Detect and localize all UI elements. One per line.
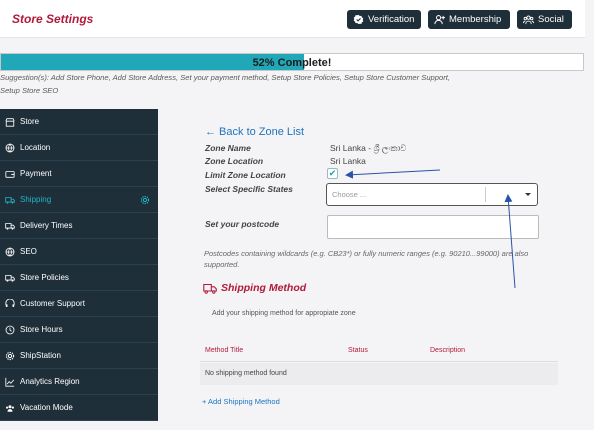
sidebar-item-label: Customer Support xyxy=(20,299,85,308)
store-icon xyxy=(5,117,15,127)
badge-icon xyxy=(353,14,364,25)
annotation-arrow xyxy=(504,194,516,289)
select-divider xyxy=(485,187,486,202)
progress-label: 52% Complete! xyxy=(252,57,332,69)
clock-icon xyxy=(5,325,15,334)
shipping-method-title: Shipping Method xyxy=(221,282,307,294)
zone-location-value: Sri Lanka xyxy=(330,156,366,166)
verification-button[interactable]: Verification xyxy=(347,10,421,29)
zone-name-label: Zone Name xyxy=(205,143,251,153)
states-select[interactable]: Choose ... xyxy=(326,183,538,206)
sidebar-item-store-policies[interactable]: Store Policies xyxy=(0,265,158,291)
progress-suggestion: Suggestion(s): Add Store Phone, Add Stor… xyxy=(0,73,450,95)
sidebar-item-label: Location xyxy=(20,143,51,152)
sidebar-item-payment[interactable]: Payment xyxy=(0,161,158,187)
sidebar-item-store-hours[interactable]: Store Hours xyxy=(0,317,158,343)
column-header-description: Description xyxy=(430,347,466,354)
sidebar-item-store[interactable]: Store xyxy=(0,109,158,135)
column-header-method-title: Method Title xyxy=(205,347,244,354)
membership-button[interactable]: Membership xyxy=(428,10,510,29)
sidebar-item-shipstation[interactable]: ShipStation xyxy=(0,343,158,369)
sidebar-item-label: Store Hours xyxy=(20,325,63,334)
user-plus-icon xyxy=(434,15,445,25)
sidebar-item-vacation-mode[interactable]: Vacation Mode xyxy=(0,395,158,421)
truck-icon xyxy=(203,283,217,294)
sidebar-item-delivery-times[interactable]: Delivery Times xyxy=(0,213,158,239)
chart-icon xyxy=(5,377,15,387)
postcode-input[interactable] xyxy=(327,215,539,239)
truck-icon xyxy=(5,274,15,282)
back-to-zone-list-link[interactable]: ← Back to Zone List xyxy=(205,126,304,138)
table-row: No shipping method found xyxy=(200,363,558,385)
limit-zone-location-checkbox[interactable]: ✔ xyxy=(327,168,338,179)
sidebar-item-label: ShipStation xyxy=(20,351,61,360)
postcode-label: Set your postcode xyxy=(205,219,280,229)
sidebar-item-label: Delivery Times xyxy=(20,221,73,230)
header-bar: Store Settings Verification Membership S… xyxy=(0,0,585,38)
truck-icon xyxy=(5,222,15,230)
select-states-label: Select Specific States xyxy=(205,184,293,194)
settings-sidebar: Store Location Payment Shipping Delivery… xyxy=(0,109,158,421)
gear-icon xyxy=(5,351,15,360)
globe-icon xyxy=(5,247,15,256)
shipping-method-description: Add your shipping method for appropiate … xyxy=(212,310,356,317)
group-icon xyxy=(523,15,534,25)
group-icon xyxy=(6,404,14,412)
sidebar-item-label: Payment xyxy=(20,169,52,178)
sidebar-item-location[interactable]: Location xyxy=(0,135,158,161)
postcode-hint: Postcodes containing wildcards (e.g. CB2… xyxy=(204,249,529,269)
profile-progress-bar: 52% Complete! xyxy=(0,53,584,71)
truck-icon xyxy=(5,196,15,204)
column-header-status: Status xyxy=(348,347,368,354)
sidebar-item-customer-support[interactable]: Customer Support xyxy=(0,291,158,317)
wallet-icon xyxy=(5,170,15,178)
social-button[interactable]: Social xyxy=(517,10,572,29)
sidebar-item-shipping[interactable]: Shipping xyxy=(0,187,158,213)
sidebar-item-label: Store xyxy=(20,117,40,126)
sidebar-item-analytics-region[interactable]: Analytics Region xyxy=(0,369,158,395)
page-title: Store Settings xyxy=(12,12,94,26)
verification-label: Verification xyxy=(368,14,415,25)
support-icon xyxy=(5,298,15,307)
states-select-placeholder: Choose ... xyxy=(332,190,367,199)
sidebar-item-label: SEO xyxy=(20,247,37,256)
membership-label: Membership xyxy=(449,14,502,25)
sidebar-item-seo[interactable]: SEO xyxy=(0,239,158,265)
table-header: Method Title Status Description xyxy=(200,340,558,362)
zone-name-value: Sri Lanka - ශ්‍රී ලංකාව xyxy=(330,143,407,153)
zone-location-label: Zone Location xyxy=(205,156,264,166)
chevron-down-icon[interactable] xyxy=(525,193,531,196)
annotation-arrow xyxy=(345,169,441,179)
limit-zone-location-label: Limit Zone Location xyxy=(205,170,286,180)
sidebar-item-label: Shipping xyxy=(20,195,52,204)
sidebar-item-label: Vacation Mode xyxy=(20,403,73,412)
shipping-method-table: Method Title Status Description No shipp… xyxy=(200,340,558,388)
gear-icon xyxy=(140,195,150,205)
empty-table-message: No shipping method found xyxy=(205,370,287,377)
sidebar-item-label: Analytics Region xyxy=(20,377,80,386)
social-label: Social xyxy=(538,14,564,25)
add-shipping-method-link[interactable]: + Add Shipping Method xyxy=(202,397,280,406)
globe-icon xyxy=(5,143,15,152)
sidebar-item-label: Store Policies xyxy=(20,273,69,282)
